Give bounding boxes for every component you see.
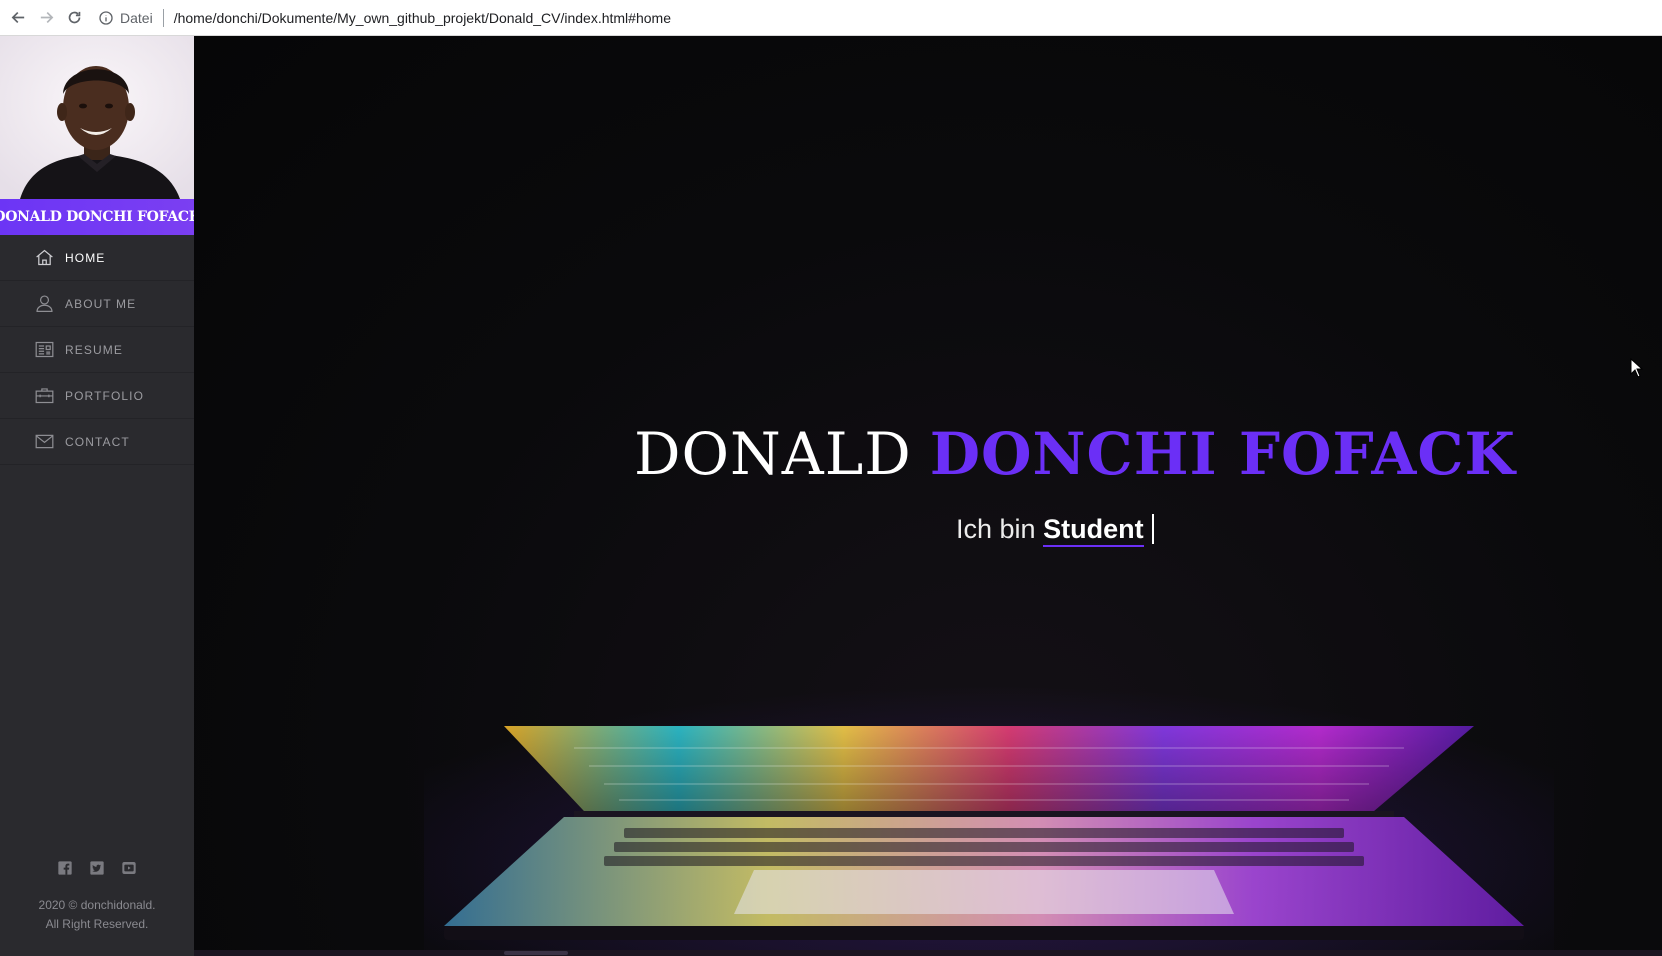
- sidebar-item-label: PORTFOLIO: [65, 388, 145, 403]
- sidebar-item-about-me[interactable]: ABOUT ME: [0, 281, 194, 327]
- laptop-background-image: [424, 656, 1554, 956]
- sidebar-menu: HOME ABOUT ME RESUME PORTFOLIO CONTACT: [0, 235, 194, 465]
- horizontal-scrollbar[interactable]: [194, 950, 1662, 956]
- profile-name: DONALD DONCHI FOFACK: [0, 209, 201, 225]
- sidebar-item-label: RESUME: [65, 342, 123, 357]
- hero-first-name: DONALD: [634, 420, 912, 488]
- hero-subtitle: Ich bin Student: [956, 514, 1154, 547]
- youtube-icon[interactable]: [121, 860, 137, 876]
- sidebar-footer: 2020 © donchidonald. All Right Reserved.: [0, 896, 194, 934]
- sidebar-item-contact[interactable]: CONTACT: [0, 419, 194, 465]
- hero-role-text: Student: [1043, 514, 1144, 547]
- user-icon: [36, 295, 53, 312]
- copyright-text: 2020 © donchidonald.: [38, 898, 156, 912]
- forward-button[interactable]: [32, 4, 60, 32]
- reload-icon: [68, 11, 80, 24]
- sidebar-item-label: ABOUT ME: [65, 296, 137, 311]
- facebook-icon[interactable]: [57, 860, 73, 876]
- url-scheme-label: Datei: [120, 9, 153, 26]
- hero-intro-text: Ich bin: [956, 514, 1036, 544]
- sidebar-item-label: HOME: [65, 250, 106, 265]
- profile-photo: [0, 36, 194, 199]
- scrollbar-thumb[interactable]: [504, 951, 568, 955]
- info-icon[interactable]: [98, 10, 114, 26]
- profile-name-banner: DONALD DONCHI FOFACK: [0, 199, 201, 235]
- briefcase-icon: [35, 388, 54, 404]
- social-links: [0, 860, 194, 876]
- hero-last-name: DONCHI FOFACK: [929, 420, 1516, 488]
- back-button[interactable]: [4, 4, 32, 32]
- address-bar-url[interactable]: /home/donchi/Dokumente/My_own_github_pro…: [174, 10, 671, 26]
- home-icon: [36, 249, 53, 266]
- arrow-right-icon: [40, 11, 53, 24]
- hero-section: DONALD DONCHI FOFACK Ich bin Student: [194, 36, 1662, 956]
- arrow-left-icon: [11, 11, 24, 24]
- typing-cursor: [1151, 514, 1154, 544]
- rights-text: All Right Reserved.: [45, 917, 149, 931]
- sidebar: DONALD DONCHI FOFACK HOME ABOUT ME RESUM…: [0, 36, 201, 956]
- twitter-icon[interactable]: [89, 860, 105, 876]
- browser-toolbar: Datei /home/donchi/Dokumente/My_own_gith…: [0, 0, 1662, 36]
- mouse-pointer-icon: [1630, 358, 1644, 378]
- sidebar-item-resume[interactable]: RESUME: [0, 327, 194, 373]
- sidebar-item-portfolio[interactable]: PORTFOLIO: [0, 373, 194, 419]
- reload-button[interactable]: [60, 4, 88, 32]
- sidebar-item-label: CONTACT: [65, 434, 130, 449]
- url-separator: [162, 8, 164, 27]
- envelope-icon: [35, 434, 54, 449]
- resume-icon: [35, 341, 54, 358]
- sidebar-item-home[interactable]: HOME: [0, 235, 194, 281]
